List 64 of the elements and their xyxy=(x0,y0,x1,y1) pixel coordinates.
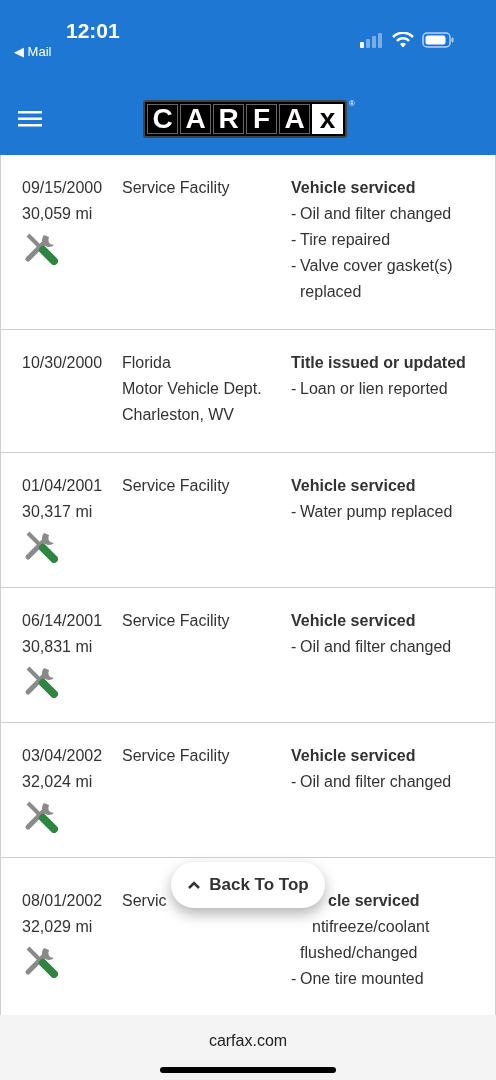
record-source: Charleston, WV xyxy=(122,405,235,425)
bullet-dash: - xyxy=(291,256,297,276)
carfax-logo[interactable]: C A R F A x xyxy=(143,100,347,138)
record-mileage: 30,317 mi xyxy=(22,502,93,522)
record-title: Vehicle serviced xyxy=(291,611,416,631)
logo-letter: R xyxy=(213,104,244,134)
tools-icon xyxy=(24,799,58,833)
record-detail: Water pump replaced xyxy=(300,502,454,522)
bullet-dash: - xyxy=(291,637,297,657)
chevron-up-icon xyxy=(187,880,202,890)
record-title: Title issued or updated xyxy=(291,353,466,373)
battery-icon xyxy=(422,32,454,48)
bullet-dash: - xyxy=(291,379,297,399)
record-date: 08/01/2002 xyxy=(22,891,103,911)
record-detail: Loan or lien reported xyxy=(300,379,449,399)
logo-letter: x xyxy=(312,104,343,134)
record-detail: Tire repaired xyxy=(300,230,392,250)
record-detail: Oil and filter changed xyxy=(300,772,453,792)
record-mileage: 30,059 mi xyxy=(22,204,93,224)
record-title: cle serviced xyxy=(328,891,420,911)
record-date: 06/14/2001 xyxy=(22,611,103,631)
record-source: Service Facility xyxy=(122,746,230,766)
record-title: Vehicle serviced xyxy=(291,476,416,496)
bullet-dash: - xyxy=(291,204,297,224)
url-label[interactable]: carfax.com xyxy=(208,1029,288,1053)
record-detail: One tire mounted xyxy=(300,969,425,989)
record-detail: Oil and filter changed xyxy=(300,204,453,224)
record-date: 09/15/2000 xyxy=(22,178,103,198)
record-mileage: 32,029 mi xyxy=(22,917,93,937)
record-detail: Valve cover gasket(s) replaced xyxy=(300,256,454,302)
status-time: 12:01 xyxy=(66,18,120,44)
back-to-app-link[interactable]: ◀ Mail xyxy=(14,44,120,60)
tools-icon xyxy=(24,529,58,563)
record-detail: Oil and filter changed xyxy=(300,637,453,657)
record-source: Service Facility xyxy=(122,611,230,631)
record-source: Motor Vehicle Dept. xyxy=(122,379,262,399)
record-detail: ntifreeze/coolant flushed/changed xyxy=(300,917,431,963)
record-date: 10/30/2000 xyxy=(22,353,103,373)
record-source: Servic xyxy=(122,891,167,911)
bullet-dash: - xyxy=(291,230,297,250)
record-date: 01/04/2001 xyxy=(22,476,103,496)
record-source: Service Facility xyxy=(122,178,230,198)
record-date: 03/04/2002 xyxy=(22,746,103,766)
bullet-dash: - xyxy=(291,502,297,522)
record-mileage: 32,024 mi xyxy=(22,772,93,792)
logo-letter: F xyxy=(246,104,277,134)
tools-icon xyxy=(24,944,58,978)
record-title: Vehicle serviced xyxy=(291,178,416,198)
back-to-top-button[interactable]: Back To Top xyxy=(171,862,325,908)
menu-icon[interactable] xyxy=(18,110,42,128)
tools-icon xyxy=(24,664,58,698)
record-title: Vehicle serviced xyxy=(291,746,416,766)
logo-letter: A xyxy=(279,104,310,134)
bullet-dash: - xyxy=(291,969,297,989)
record-source: Service Facility xyxy=(122,476,230,496)
logo-letter: C xyxy=(147,104,178,134)
record-source: Florida xyxy=(122,353,171,373)
tools-icon xyxy=(24,231,58,265)
bullet-dash: - xyxy=(291,772,297,792)
logo-letter: A xyxy=(180,104,211,134)
wifi-icon xyxy=(392,32,414,48)
registered-mark: ® xyxy=(349,100,355,108)
record-mileage: 30,831 mi xyxy=(22,637,93,657)
signal-icon xyxy=(360,32,384,48)
